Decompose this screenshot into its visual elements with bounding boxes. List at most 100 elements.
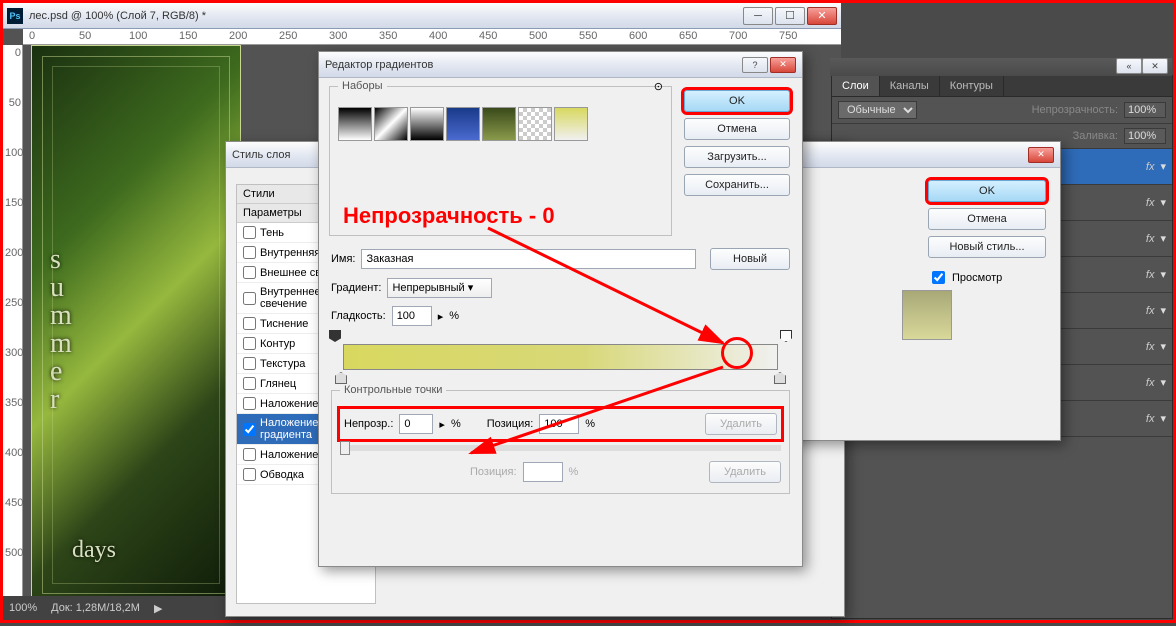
zoom-value[interactable]: 100% (9, 602, 37, 614)
preset-swatch[interactable] (446, 107, 480, 141)
checkbox[interactable] (243, 357, 256, 370)
panel-collapse-icon[interactable]: « (1116, 58, 1142, 74)
checkbox[interactable] (243, 337, 256, 350)
opacity-slider[interactable] (340, 445, 781, 451)
status-arrow-icon[interactable]: ▶ (154, 602, 162, 615)
position-input[interactable] (539, 414, 579, 434)
dialog-title: Редактор градиентов (325, 59, 742, 71)
panel-close-icon[interactable]: ✕ (1142, 58, 1168, 74)
fx-badge[interactable]: fx (1146, 269, 1155, 281)
ps-icon: Ps (7, 8, 23, 24)
document-title: лес.psd @ 100% (Слой 7, RGB/8) * (29, 10, 743, 22)
percent-label: % (585, 418, 595, 430)
fx-badge[interactable]: fx (1146, 305, 1155, 317)
cancel-button[interactable]: Отмена (928, 208, 1046, 230)
checkbox[interactable] (243, 246, 256, 259)
panel-tabs: Слои Каналы Контуры (832, 76, 1172, 97)
preset-swatch[interactable] (410, 107, 444, 141)
chevron-down-icon[interactable]: ▾ (1160, 412, 1166, 425)
smoothness-input[interactable] (392, 306, 432, 326)
close-button[interactable]: ✕ (807, 7, 837, 25)
new-button[interactable]: Новый (710, 248, 790, 270)
save-button[interactable]: Сохранить... (684, 174, 790, 196)
dialog-titlebar[interactable]: ✕ (784, 142, 1060, 168)
ok-button[interactable]: OK (684, 90, 790, 112)
opacity-value[interactable]: 100% (1124, 102, 1166, 118)
style-confirm-dialog: ✕ OK Отмена Новый стиль... Просмотр (783, 141, 1061, 441)
gradient-bar[interactable] (343, 344, 778, 370)
load-button[interactable]: Загрузить... (684, 146, 790, 168)
opacity-stop-input[interactable] (399, 414, 433, 434)
name-label: Имя: (331, 253, 355, 265)
control-points-label: Контрольные точки (340, 384, 446, 396)
chevron-down-icon[interactable]: ▾ (1160, 232, 1166, 245)
checkbox[interactable] (243, 266, 256, 279)
chevron-down-icon[interactable]: ▾ (1160, 376, 1166, 389)
checkbox[interactable] (243, 377, 256, 390)
preset-swatch[interactable] (518, 107, 552, 141)
cancel-button[interactable]: Отмена (684, 118, 790, 140)
opacity-label: Непрозрачность: (1032, 104, 1118, 116)
delete-stop-button[interactable]: Удалить (705, 413, 777, 435)
percent-label: % (569, 466, 579, 478)
help-icon[interactable]: ? (742, 57, 768, 73)
ruler-horizontal: 050 100150 200250 300350 400450 500550 6… (23, 29, 841, 45)
preview-checkbox-label[interactable]: Просмотр (928, 268, 1046, 287)
chevron-down-icon[interactable]: ▾ (1160, 304, 1166, 317)
checkbox[interactable] (243, 226, 256, 239)
document-image[interactable]: s u m m e r days (31, 45, 241, 596)
fill-value[interactable]: 100% (1124, 128, 1166, 144)
preset-swatch[interactable] (482, 107, 516, 141)
preset-swatch[interactable] (554, 107, 588, 141)
fill-label: Заливка: (1073, 130, 1118, 142)
color-stop-right[interactable] (774, 372, 786, 384)
maximize-button[interactable]: ☐ (775, 7, 805, 25)
checkbox[interactable] (243, 292, 256, 305)
opacity-stop-right[interactable] (780, 330, 792, 342)
close-icon[interactable]: ✕ (770, 57, 796, 73)
position-label-2: Позиция: (470, 466, 517, 478)
blend-mode-select[interactable]: Обычные (838, 101, 917, 119)
checkbox[interactable] (243, 397, 256, 410)
checkbox[interactable] (243, 317, 256, 330)
gradient-name-input[interactable] (361, 249, 696, 269)
new-style-button[interactable]: Новый стиль... (928, 236, 1046, 258)
chevron-down-icon[interactable]: ▾ (1160, 268, 1166, 281)
tab-paths[interactable]: Контуры (940, 76, 1004, 96)
dialog-titlebar[interactable]: Редактор градиентов ? ✕ (319, 52, 802, 78)
checkbox[interactable] (243, 468, 256, 481)
checkbox[interactable] (243, 423, 256, 436)
checkbox[interactable] (243, 448, 256, 461)
doc-size: Док: 1,28M/18,2M (51, 602, 140, 614)
preview-thumbnail (902, 290, 952, 340)
fx-badge[interactable]: fx (1146, 377, 1155, 389)
opacity-stop-label: Непрозр.: (344, 418, 393, 430)
dropdown-icon[interactable]: ▸ (439, 418, 445, 431)
opacity-stop-left[interactable] (329, 330, 341, 342)
percent-label: % (449, 310, 459, 322)
presets-menu-icon[interactable]: ⊙ (654, 80, 663, 93)
slider-thumb[interactable] (340, 441, 350, 455)
fx-badge[interactable]: fx (1146, 233, 1155, 245)
minimize-button[interactable]: ─ (743, 7, 773, 25)
percent-label: % (451, 418, 461, 430)
fx-badge[interactable]: fx (1146, 161, 1155, 173)
preset-swatch[interactable] (338, 107, 372, 141)
dropdown-icon[interactable]: ▸ (438, 310, 444, 323)
preview-checkbox[interactable] (932, 271, 945, 284)
control-points-fieldset: Контрольные точки Непрозр.: ▸ % Позиция:… (331, 390, 790, 494)
tab-layers[interactable]: Слои (832, 76, 880, 96)
chevron-down-icon[interactable]: ▾ (1160, 160, 1166, 173)
close-icon[interactable]: ✕ (1028, 147, 1054, 163)
chevron-down-icon[interactable]: ▾ (1160, 196, 1166, 209)
fx-badge[interactable]: fx (1146, 341, 1155, 353)
preset-swatch[interactable] (374, 107, 408, 141)
color-stop-left[interactable] (335, 372, 347, 384)
chevron-down-icon[interactable]: ▾ (1160, 340, 1166, 353)
image-text-script: days (72, 537, 116, 564)
gradient-type-select[interactable]: Непрерывный ▾ (387, 278, 492, 298)
fx-badge[interactable]: fx (1146, 197, 1155, 209)
tab-channels[interactable]: Каналы (880, 76, 940, 96)
fx-badge[interactable]: fx (1146, 413, 1155, 425)
ok-button[interactable]: OK (928, 180, 1046, 202)
